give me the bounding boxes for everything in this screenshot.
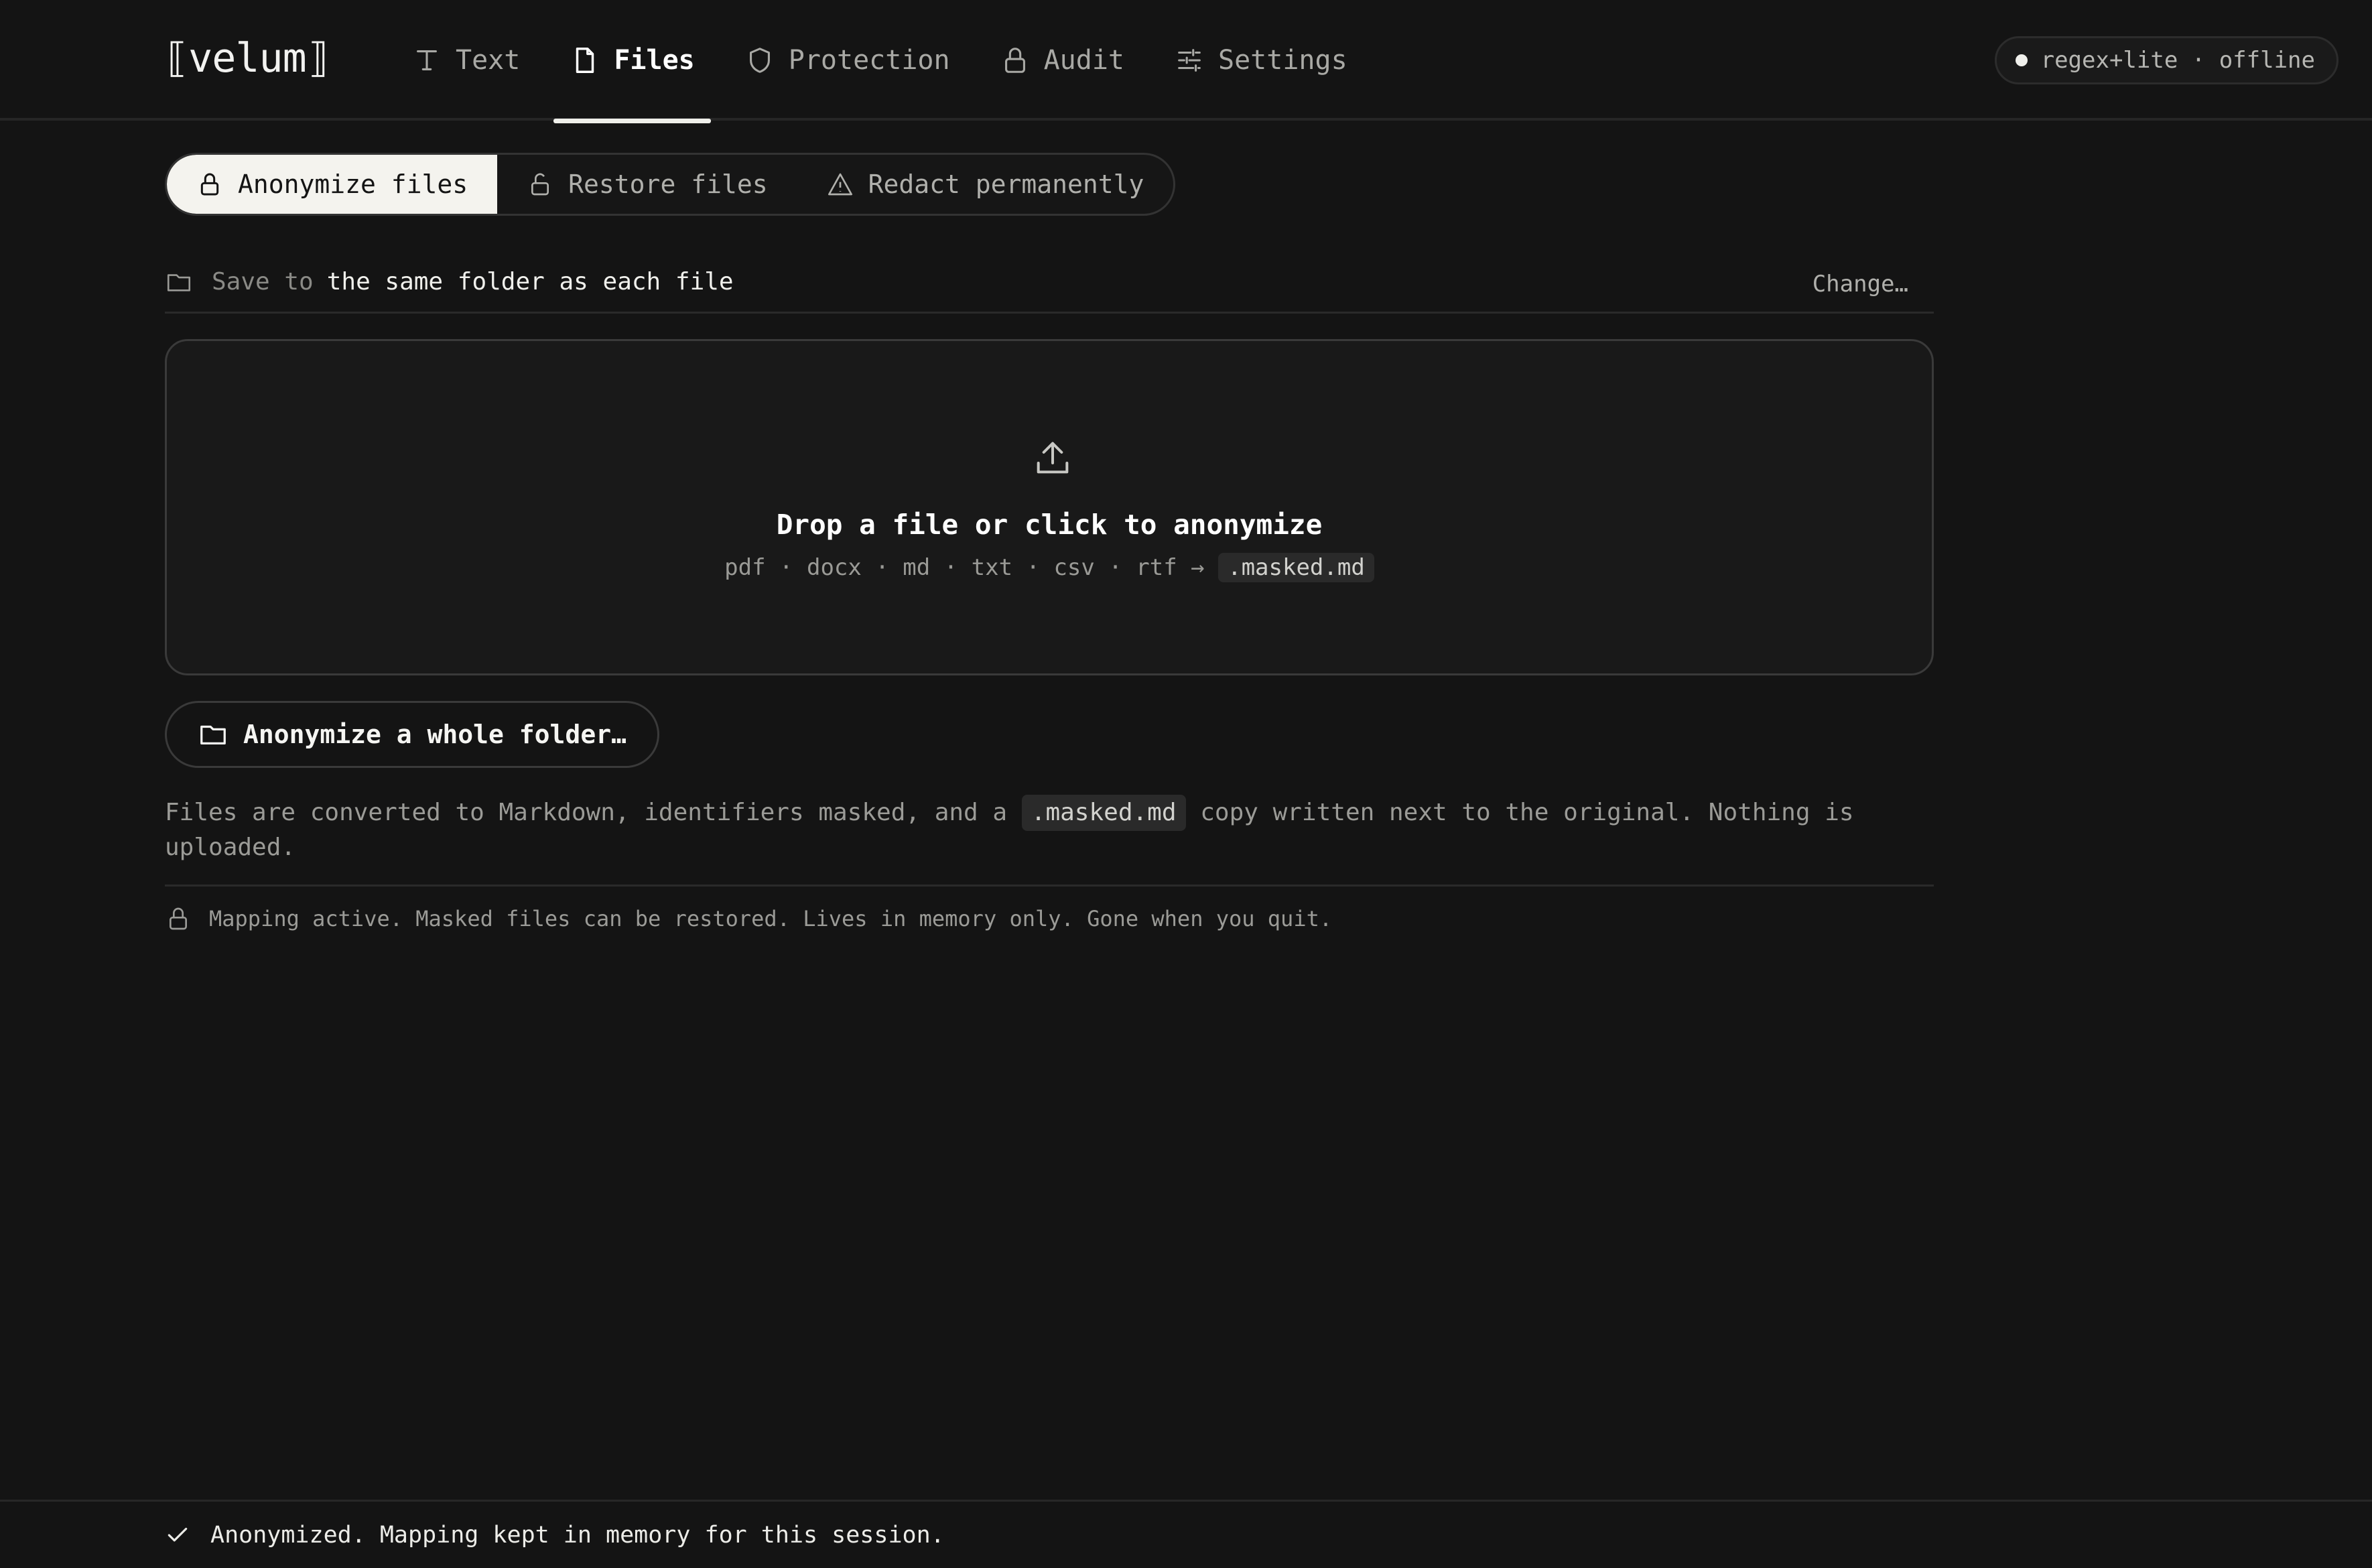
status-text: regex+lite · offline — [2040, 47, 2315, 74]
nav-tab-text[interactable]: Text — [395, 0, 536, 121]
mode-label: Anonymize files — [238, 170, 468, 199]
text-icon — [411, 45, 442, 76]
nav-tab-label: Protection — [788, 45, 950, 76]
output-extension: .masked.md — [1218, 553, 1374, 582]
shield-icon — [744, 45, 775, 76]
mode-label: Restore files — [568, 170, 768, 199]
nav-tab-files[interactable]: Files — [553, 0, 712, 123]
check-icon — [168, 1527, 188, 1541]
save-location-value: the same folder as each file — [326, 268, 734, 296]
supported-formats: pdf · docx · md · txt · csv · rtf → — [724, 554, 1205, 581]
save-prefix: Save to — [212, 268, 314, 296]
mapping-status-text: Mapping active. Masked files can be rest… — [209, 906, 1333, 931]
nav-tab-label: Text — [456, 45, 521, 76]
top-bar: ⟦velum⟧ Text Files Protection Audit Sett… — [0, 0, 2372, 123]
toast-text: Anonymized. Mapping kept in memory for t… — [210, 1521, 945, 1549]
save-location-label: Save to the same folder as each file — [212, 268, 734, 296]
nav-tab-audit[interactable]: Audit — [984, 0, 1140, 121]
dropzone-title: Drop a file or click to anonymize — [776, 509, 1323, 541]
anonymize-folder-button[interactable]: Anonymize a whole folder… — [165, 701, 659, 768]
status-dot-icon — [2015, 54, 2028, 66]
file-dropzone[interactable]: Drop a file or click to anonymize pdf · … — [165, 339, 1934, 675]
mode-restore-files[interactable]: Restore files — [497, 155, 797, 214]
note-before: Files are converted to Markdown, identif… — [165, 799, 1008, 826]
mode-anonymize-files[interactable]: Anonymize files — [167, 155, 498, 214]
nav-tab-label: Files — [614, 45, 695, 76]
lock-icon — [170, 907, 187, 930]
conversion-note: Files are converted to Markdown, identif… — [165, 795, 1934, 864]
file-icon — [570, 45, 600, 76]
upload-icon — [1037, 442, 1069, 474]
mode-redact-permanently[interactable]: Redact permanently — [797, 155, 1174, 214]
warning-icon — [828, 173, 852, 196]
lock-icon — [1000, 45, 1031, 76]
unlock-icon — [531, 173, 549, 196]
mode-switcher: Anonymize files Restore files Redact per… — [165, 153, 1176, 216]
nav-tab-settings[interactable]: Settings — [1158, 0, 1364, 121]
files-panel: Anonymize files Restore files Redact per… — [165, 153, 1934, 932]
change-location-button[interactable]: Change… — [1813, 271, 1908, 298]
dropzone-formats: pdf · docx · md · txt · csv · rtf → .mas… — [167, 553, 1932, 582]
folder-icon — [167, 274, 191, 291]
engine-status-badge: regex+lite · offline — [1994, 36, 2338, 84]
nav-tab-protection[interactable]: Protection — [728, 0, 966, 121]
anonymize-folder-label: Anonymize a whole folder… — [243, 720, 627, 749]
main-nav: Text Files Protection Audit Settings — [395, 0, 1381, 123]
note-code: .masked.md — [1021, 795, 1186, 831]
status-toast: Anonymized. Mapping kept in memory for t… — [0, 1500, 2372, 1568]
sliders-icon — [1174, 45, 1205, 76]
folder-icon — [200, 725, 226, 745]
nav-tab-label: Audit — [1043, 45, 1124, 76]
lock-icon — [200, 173, 219, 196]
app-logo: ⟦velum⟧ — [165, 35, 330, 82]
save-location-row: Save to the same folder as each file Chan… — [165, 268, 1934, 314]
mode-label: Redact permanently — [868, 170, 1144, 199]
mapping-status: Mapping active. Masked files can be rest… — [165, 885, 1934, 932]
nav-tab-label: Settings — [1218, 45, 1347, 76]
